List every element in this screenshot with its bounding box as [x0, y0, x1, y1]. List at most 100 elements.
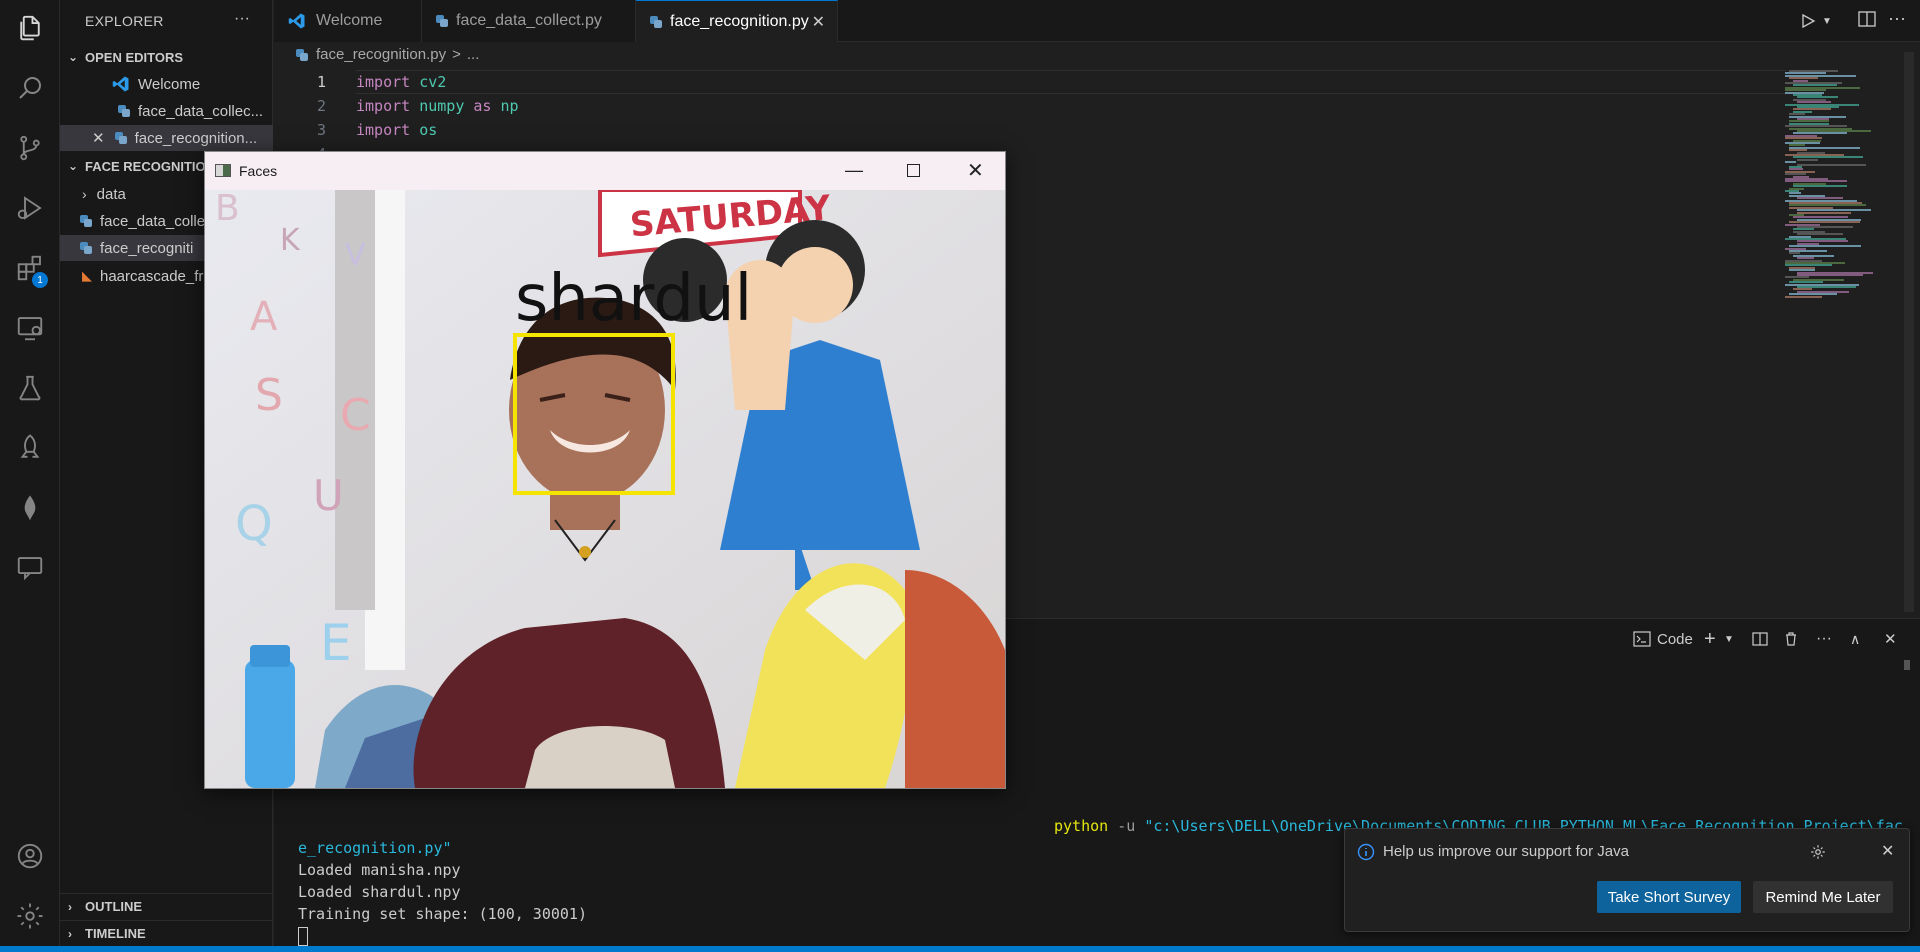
camera-feed: B K V A S C U Q E SATURDAY shardul [205, 190, 1005, 788]
open-editor-face-data-collect[interactable]: face_data_collec... [118, 98, 272, 124]
keyword: import [356, 121, 411, 139]
svg-text:E: E [320, 614, 352, 672]
keyword: import [356, 97, 411, 115]
new-terminal-icon[interactable]: + [1704, 628, 1716, 650]
camera-frame-image: B K V A S C U Q E SATURDAY shardul [205, 190, 1005, 788]
breadcrumb: face_recognition.py > ... [296, 46, 479, 63]
close-notification-icon[interactable]: ✕ [1881, 841, 1894, 861]
open-editor-face-recognition[interactable]: ✕ face_recognition... [60, 125, 273, 151]
split-terminal-icon[interactable] [1752, 628, 1768, 650]
search-icon[interactable] [0, 64, 60, 112]
settings-gear-icon[interactable] [1809, 843, 1827, 861]
keyword: as [473, 97, 492, 115]
run-button[interactable]: ▼ [1800, 10, 1840, 32]
code-line[interactable]: 2 import numpy as np [274, 94, 519, 118]
comments-icon[interactable] [0, 544, 60, 592]
python-file-icon [650, 15, 662, 28]
chevron-down-icon: ⌄ [68, 159, 79, 173]
terminal-output: Loaded manisha.npy [298, 861, 461, 879]
status-bar [0, 946, 1920, 952]
remind-later-button[interactable]: Remind Me Later [1753, 881, 1893, 913]
module-name: numpy [419, 97, 465, 115]
breadcrumb-symbol[interactable]: ... [467, 46, 480, 63]
more-actions-icon[interactable]: ··· [234, 10, 250, 28]
terminal-scrollbar[interactable] [1904, 660, 1910, 670]
minimap-line [1797, 211, 1851, 214]
minimap-line [1785, 161, 1796, 164]
terminal-cursor [298, 927, 308, 946]
chevron-right-icon: › [68, 899, 72, 914]
python-file-icon [80, 215, 92, 227]
trash-icon[interactable] [1783, 628, 1799, 650]
run-debug-icon[interactable] [0, 184, 60, 232]
open-editors-section[interactable]: ⌄ OPEN EDITORS [60, 44, 273, 70]
minimap-line [1797, 163, 1866, 166]
mongodb-leaf-icon[interactable] [0, 484, 60, 532]
close-panel-icon[interactable]: ✕ [1884, 628, 1897, 650]
minimize-icon[interactable]: — [845, 160, 863, 181]
svg-text:B: B [215, 190, 240, 229]
keyword: import [356, 73, 411, 91]
module-alias: np [500, 97, 519, 115]
python-file-icon [80, 242, 92, 254]
line-number: 3 [316, 121, 326, 139]
chevron-down-icon[interactable]: ▼ [1724, 628, 1734, 650]
editor-scrollbar[interactable] [1904, 52, 1914, 612]
outline-section[interactable]: › OUTLINE [60, 893, 273, 919]
faces-window[interactable]: Faces — ✕ B K V A S C U Q E SATURDAY sha… [204, 151, 1006, 789]
info-icon [1357, 843, 1375, 861]
module-name: cv2 [419, 73, 447, 91]
chevron-down-icon: ▼ [1822, 15, 1832, 27]
close-tab-icon[interactable]: ✕ [812, 12, 825, 32]
more-actions-icon[interactable]: ··· [1888, 8, 1906, 29]
python-file-icon [114, 132, 127, 144]
svg-text:V: V [345, 238, 366, 273]
extensions-icon[interactable]: 1 [0, 244, 60, 292]
open-editor-welcome[interactable]: Welcome [112, 71, 272, 97]
editor-tabs: Welcome face_data_collect.py face_recogn… [274, 0, 1920, 42]
current-line-highlight [356, 70, 1786, 94]
rss-file-icon: ◣ [82, 268, 92, 283]
tab-face-data-collect[interactable]: face_data_collect.py [422, 0, 636, 42]
source-control-icon[interactable] [0, 124, 60, 172]
split-editor-icon[interactable] [1858, 10, 1876, 33]
line-number: 1 [316, 73, 326, 91]
play-icon [1802, 13, 1816, 29]
faces-title-bar[interactable]: Faces — ✕ [205, 152, 1005, 190]
take-survey-button[interactable]: Take Short Survey [1597, 881, 1741, 913]
chevron-right-icon: › [68, 926, 72, 941]
extensions-badge: 1 [32, 272, 48, 288]
chevron-down-icon: ⌄ [68, 50, 79, 64]
code-line[interactable]: 3 import os [274, 118, 437, 142]
terminal-shell-selector[interactable]: Code [1633, 628, 1693, 650]
tab-welcome[interactable]: Welcome [274, 0, 422, 42]
vscode-icon [288, 13, 305, 29]
breadcrumb-file[interactable]: face_recognition.py [316, 46, 446, 63]
svg-text:Q: Q [235, 496, 273, 552]
line-number: 2 [316, 97, 326, 115]
testing-icon[interactable] [0, 364, 60, 412]
settings-gear-icon[interactable] [0, 892, 60, 940]
deploy-icon[interactable] [0, 424, 60, 472]
account-icon[interactable] [0, 832, 60, 880]
vscode-icon [112, 76, 129, 92]
minimap[interactable] [1785, 70, 1905, 300]
svg-text:C: C [340, 390, 371, 441]
explorer-title: EXPLORER [85, 13, 164, 29]
timeline-section[interactable]: › TIMELINE [60, 920, 273, 946]
more-actions-icon[interactable]: ··· [1816, 628, 1832, 650]
terminal-icon [1633, 631, 1651, 647]
close-window-icon[interactable]: ✕ [967, 158, 984, 183]
code-line[interactable]: 1 import cv2 [274, 70, 446, 94]
close-icon[interactable]: ✕ [92, 129, 105, 147]
maximize-panel-icon[interactable]: ∧ [1850, 628, 1860, 650]
python-file-icon [118, 105, 130, 117]
remote-explorer-icon[interactable] [0, 304, 60, 352]
tab-face-recognition[interactable]: face_recognition.py ✕ [636, 0, 838, 42]
explorer-icon[interactable] [0, 4, 60, 52]
window-app-icon [215, 164, 231, 177]
minimap-line [1797, 158, 1818, 161]
maximize-icon[interactable] [907, 164, 920, 177]
svg-text:A: A [250, 294, 278, 340]
notification-toast: Help us improve our support for Java ✕ T… [1344, 828, 1910, 932]
